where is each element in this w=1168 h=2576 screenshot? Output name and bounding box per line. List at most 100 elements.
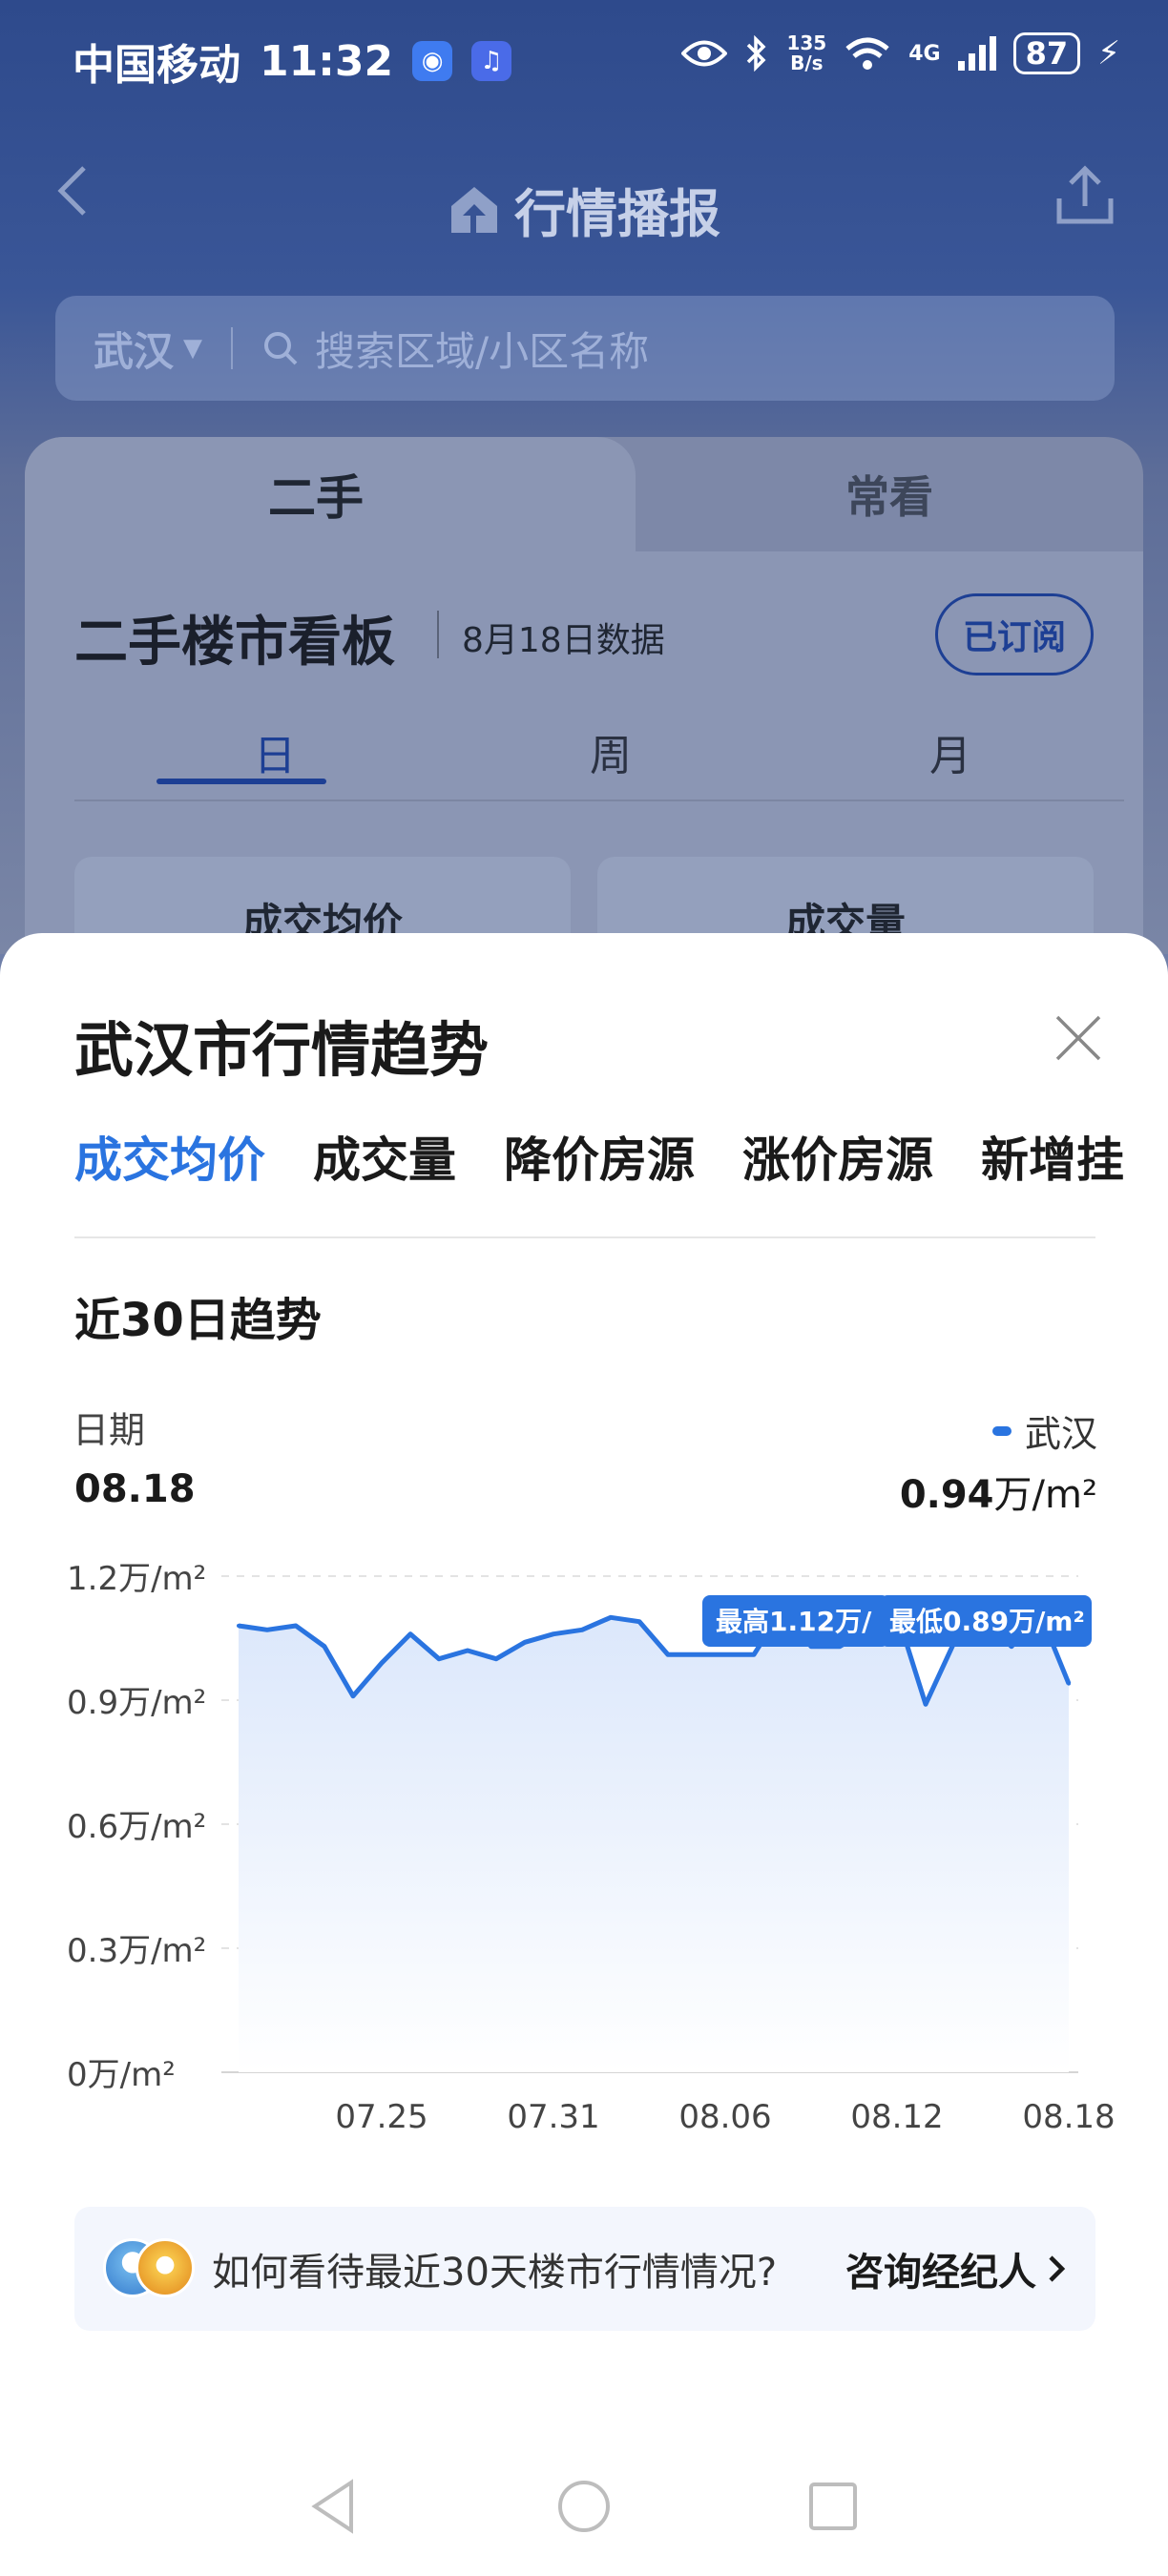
tab-week[interactable]: 周 bbox=[590, 721, 632, 782]
x-tick-label: 07.31 bbox=[507, 2098, 599, 2135]
y-tick-label: 0.6万/m² bbox=[67, 1808, 206, 1846]
x-tick-label: 07.25 bbox=[335, 2098, 428, 2135]
app-notification-icon: ◉ bbox=[412, 41, 453, 81]
market-board-card: 二手 常看 二手楼市看板 8月18日数据 已订阅 日 周 月 成交均价 成交量 bbox=[25, 437, 1143, 990]
y-tick-label: 1.2万/m² bbox=[67, 1560, 206, 1598]
data-point bbox=[408, 1631, 412, 1636]
data-point bbox=[323, 1644, 326, 1649]
city-selector-label: 武汉 bbox=[94, 327, 175, 375]
net-speed: 135 B/s bbox=[786, 33, 826, 73]
subscribed-button[interactable]: 已订阅 bbox=[935, 593, 1094, 675]
bluetooth-icon bbox=[747, 35, 766, 72]
series-area bbox=[239, 1609, 1069, 2072]
tab-new-listings[interactable]: 新增挂 bbox=[981, 1122, 1124, 1191]
tab-month[interactable]: 月 bbox=[929, 721, 971, 782]
trend-chart[interactable]: 1.2万/m² 0.9万/m² 0.6万/m² 0.3万/m² 0万/m² 07.25 07… bbox=[0, 1534, 1168, 2135]
board-panel: 二手楼市看板 8月18日数据 已订阅 日 周 月 成交均价 成交量 bbox=[25, 551, 1143, 990]
data-point bbox=[752, 1652, 756, 1657]
caret-down-icon: ▼ bbox=[183, 334, 203, 363]
legend-value: 0.94万/m² bbox=[900, 1464, 1097, 1519]
search-icon bbox=[264, 332, 298, 365]
legend-value-number: 0.94 bbox=[899, 1473, 994, 1517]
net-speed-unit: B/s bbox=[790, 52, 824, 74]
y-tick-label: 0万/m² bbox=[67, 2056, 176, 2094]
data-point bbox=[523, 1640, 527, 1645]
data-point bbox=[924, 1702, 928, 1707]
charging-icon: ⚡ bbox=[1097, 34, 1120, 73]
date-label: 日期 bbox=[73, 1409, 146, 1451]
search-divider bbox=[231, 327, 234, 369]
active-tab-underline bbox=[156, 779, 326, 784]
tab-price-rise-listings[interactable]: 涨价房源 bbox=[742, 1122, 933, 1191]
app-logo-icon bbox=[451, 186, 497, 233]
data-point bbox=[437, 1656, 441, 1661]
x-tick-label: 08.06 bbox=[678, 2098, 771, 2135]
metric-tab-strip: 成交均价 成交量 降价房源 涨价房源 新增挂 bbox=[74, 1122, 1168, 1198]
clock: 11:32 bbox=[260, 36, 394, 86]
legend-value-unit: 万/m² bbox=[993, 1473, 1097, 1517]
nav-bar: 行情播报 bbox=[0, 134, 1168, 248]
tab-day[interactable]: 日 bbox=[254, 721, 296, 782]
background-app: 中国移动 11:32 ◉ ♫ 135 B/s 4G 87 ⚡ 行情播报 武汉 ▼… bbox=[0, 0, 1168, 990]
eye-icon bbox=[681, 40, 728, 67]
trend-chart-svg: 1.2万/m² 0.9万/m² 0.6万/m² 0.3万/m² 0万/m² 07.25 07… bbox=[67, 1560, 1116, 2135]
tab-second-hand[interactable]: 二手 bbox=[25, 437, 636, 551]
network-type: 4G bbox=[908, 41, 941, 66]
data-point bbox=[494, 1656, 498, 1661]
data-point bbox=[580, 1628, 584, 1632]
x-tick-label: 08.12 bbox=[850, 2098, 943, 2135]
page-title: 行情播报 bbox=[0, 172, 1168, 247]
trend-bottom-sheet: 武汉市行情趋势 成交均价 成交量 降价房源 涨价房源 新增挂 近30日趋势 日期 08.… bbox=[0, 933, 1168, 2576]
data-point bbox=[265, 1628, 269, 1632]
data-point bbox=[466, 1649, 469, 1652]
consult-agent-link[interactable]: 咨询经纪人 bbox=[845, 2241, 1067, 2296]
wifi-icon bbox=[845, 37, 889, 70]
consult-agent-label: 咨询经纪人 bbox=[845, 2251, 1036, 2295]
home-circle-icon[interactable] bbox=[551, 2473, 617, 2540]
data-point bbox=[695, 1652, 699, 1657]
data-point bbox=[1067, 1681, 1071, 1686]
tab-frequent[interactable]: 常看 bbox=[636, 437, 1143, 551]
search-bar[interactable]: 武汉 ▼ 搜索区域/小区名称 bbox=[55, 296, 1115, 401]
share-icon[interactable] bbox=[1052, 162, 1118, 229]
music-notification-icon: ♫ bbox=[471, 41, 512, 81]
x-tick-label: 08.18 bbox=[1022, 2098, 1115, 2135]
status-left: 中国移动 11:32 ◉ ♫ bbox=[73, 31, 512, 92]
tab-price-cut-listings[interactable]: 降价房源 bbox=[504, 1122, 695, 1191]
signal-icon bbox=[957, 36, 996, 71]
legend-dot bbox=[991, 1425, 1012, 1436]
tab-volume[interactable]: 成交量 bbox=[313, 1122, 456, 1191]
data-point bbox=[237, 1624, 240, 1628]
page-title-text: 行情播报 bbox=[514, 184, 720, 244]
back-triangle-icon[interactable] bbox=[302, 2473, 368, 2540]
y-tick-label: 0.3万/m² bbox=[67, 1932, 206, 1970]
legend-name: 武汉 bbox=[1024, 1413, 1097, 1455]
avatar bbox=[136, 2238, 195, 2297]
search-input[interactable]: 搜索区域/小区名称 bbox=[315, 320, 649, 378]
data-point bbox=[609, 1615, 613, 1620]
city-selector[interactable]: 武汉 ▼ bbox=[94, 320, 202, 378]
board-divider bbox=[437, 611, 439, 658]
data-point bbox=[637, 1619, 641, 1624]
period-tabs: 日 周 月 bbox=[74, 712, 1124, 801]
status-bar: 中国移动 11:32 ◉ ♫ 135 B/s 4G 87 ⚡ bbox=[0, 0, 1168, 114]
tab-avg-price[interactable]: 成交均价 bbox=[74, 1122, 265, 1191]
recent-apps-square-icon[interactable] bbox=[800, 2473, 866, 2540]
status-right: 135 B/s 4G 87 ⚡ bbox=[681, 32, 1120, 74]
battery-level: 87 bbox=[1012, 32, 1081, 74]
data-point bbox=[723, 1652, 727, 1657]
data-point bbox=[666, 1652, 670, 1657]
tabs-divider bbox=[74, 1236, 1095, 1238]
data-point bbox=[351, 1693, 355, 1698]
date-value: 08.18 bbox=[74, 1467, 196, 1511]
sheet-title: 武汉市行情趋势 bbox=[74, 1015, 490, 1085]
consult-question: 如何看待最近30天楼市行情情况? bbox=[212, 2251, 778, 2295]
close-icon[interactable] bbox=[1048, 1008, 1109, 1069]
consult-agent-bar[interactable]: 如何看待最近30天楼市行情情况? 咨询经纪人 bbox=[74, 2207, 1095, 2331]
data-point bbox=[380, 1661, 384, 1665]
chevron-right-icon bbox=[1049, 2255, 1066, 2282]
data-point bbox=[552, 1631, 555, 1636]
carrier-name: 中国移动 bbox=[73, 41, 240, 90]
data-point bbox=[294, 1624, 298, 1628]
max-annotation-text: 最高1.12万/ bbox=[716, 1606, 872, 1637]
